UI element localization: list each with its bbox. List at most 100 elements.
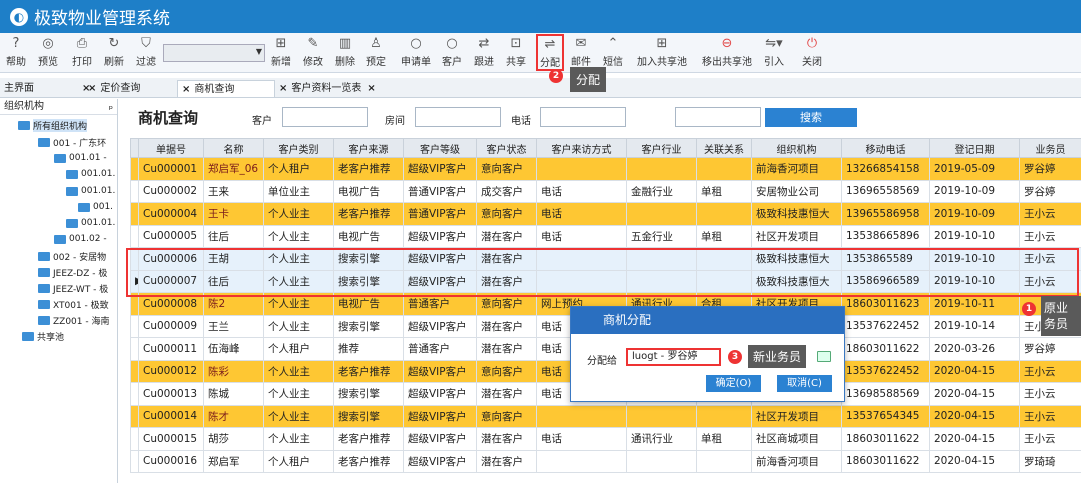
table-cell: 罗谷婷	[1019, 337, 1081, 361]
table-cell: 搜索引擎	[333, 314, 404, 338]
row-indicator	[130, 314, 139, 338]
table-row[interactable]: Cu000014 陈才 个人业主 搜索引擎 超级VIP客户 意向客户 社区开发项目 13537…	[130, 404, 1081, 428]
table-cell: 电话	[536, 202, 627, 226]
table-cell: Cu000009	[138, 314, 204, 338]
ok-button[interactable]: 确定(O)	[706, 375, 761, 392]
preview-button[interactable]: ◎ 预览	[38, 35, 58, 68]
tree-item[interactable]: 001.01.	[66, 218, 115, 228]
toolbar-search-combo[interactable]: ▼	[163, 44, 265, 62]
close-icon[interactable]: ×	[88, 83, 96, 94]
close-icon[interactable]: ×	[182, 84, 190, 95]
column-header[interactable]: 移动电话	[841, 138, 930, 158]
table-cell: 安居物业公司	[751, 179, 842, 203]
help-button[interactable]: ? 帮助	[6, 35, 26, 68]
edit-button[interactable]: ✎ 修改	[303, 35, 323, 68]
tree-item[interactable]: 001.01 -	[54, 153, 107, 163]
table-cell: 老客户推荐	[333, 202, 404, 226]
table-cell: 13538665896	[841, 224, 930, 248]
tree-item[interactable]: 001.01.	[66, 186, 115, 196]
assign-to-input[interactable]: luogt - 罗谷婷	[626, 348, 721, 366]
phone-input[interactable]	[540, 107, 626, 127]
table-cell: 胡莎	[203, 427, 264, 451]
tree-item[interactable]: 001.01.	[66, 169, 115, 179]
column-header[interactable]: 客户状态	[476, 138, 537, 158]
close-icon[interactable]: ×	[279, 83, 287, 94]
exchange-icon: ⇄	[478, 36, 490, 51]
tab-main[interactable]: 主界面 ×	[0, 80, 90, 97]
table-cell: 罗琦琦	[1019, 449, 1081, 473]
tree-item[interactable]: XT001 - 极致	[38, 298, 109, 311]
tree-item[interactable]: ZZ001 - 海南	[38, 314, 109, 327]
column-header[interactable]: 客户类别	[263, 138, 334, 158]
close-button[interactable]: ⏻ 关闭	[802, 35, 822, 68]
column-header[interactable]: 单据号	[138, 138, 204, 158]
import-button[interactable]: ⇋▾ 引入	[764, 35, 784, 68]
tab-pricing[interactable]: × 定价查询	[84, 80, 174, 97]
tree-item[interactable]: JEEZ-DZ - 极	[38, 266, 107, 279]
join-pool-button[interactable]: ⊞ 加入共享池	[637, 35, 687, 68]
delete-button[interactable]: ▥ 删除	[335, 35, 355, 68]
add-button[interactable]: ⊞ 新增	[271, 35, 291, 68]
room-input[interactable]	[415, 107, 501, 127]
table-row[interactable]: Cu000004 王卡 个人业主 老客户推荐 普通VIP客户 意向客户 电话 极致科技惠恒大 1…	[130, 202, 1081, 226]
tree-item[interactable]: 001.02 -	[54, 234, 107, 244]
tree-item[interactable]: 001.	[78, 202, 113, 212]
sms-button[interactable]: ⌃ 短信	[603, 35, 623, 68]
table-row[interactable]: Cu000001 郑启军_06 个人租户 老客户推荐 超级VIP客户 意向客户 前海香河项目…	[130, 157, 1081, 181]
customer-button[interactable]: ○ 客户	[442, 35, 462, 68]
assign-button[interactable]: ⇌ 分配	[536, 34, 564, 71]
folder-icon	[66, 218, 78, 228]
table-row[interactable]: Cu000005 往后 个人业主 电视广告 超级VIP客户 潜在客户 电话 五金行业 单租 社区开…	[130, 224, 1081, 248]
table-cell: Cu000001	[138, 157, 204, 181]
table-cell: 超级VIP客户	[403, 314, 477, 338]
table-cell: 通讯行业	[626, 427, 697, 451]
column-header[interactable]: 名称	[203, 138, 264, 158]
column-header[interactable]: 客户来源	[333, 138, 404, 158]
cancel-button[interactable]: 取消(C)	[777, 375, 832, 392]
refresh-button[interactable]: ↻ 刷新	[104, 35, 124, 68]
table-cell: Cu000004	[138, 202, 204, 226]
tree-item[interactable]: 002 - 安居物	[38, 250, 106, 263]
tree-item-shared-pool[interactable]: 共享池	[22, 330, 64, 343]
print-button[interactable]: ⎙ 打印	[72, 35, 92, 68]
folder-icon[interactable]	[817, 351, 831, 362]
customer-input[interactable]	[282, 107, 368, 127]
mail-button[interactable]: ✉ 邮件	[571, 35, 591, 68]
tree-item-all[interactable]: 所有组织机构	[18, 119, 88, 132]
column-header[interactable]: 客户行业	[626, 138, 697, 158]
table-row[interactable]: Cu000015 胡莎 个人业主 老客户推荐 超级VIP客户 潜在客户 电话 通讯行业 单租 社区…	[130, 427, 1081, 451]
table-cell: Cu000014	[138, 404, 204, 428]
tree-item[interactable]: JEEZ-WT - 极	[38, 282, 108, 295]
apply-button[interactable]: ○ 申请单	[401, 35, 431, 68]
table-cell: 潜在客户	[476, 427, 537, 451]
column-header[interactable]: 业务员	[1019, 138, 1081, 158]
assign-dialog: 商机分配 分配给 luogt - 罗谷婷 3 新业务员 确定(O) 取消(C)	[570, 306, 845, 402]
table-cell: 王小云	[1019, 404, 1081, 428]
table-cell: 社区开发项目	[751, 224, 842, 248]
extra-input[interactable]	[675, 107, 761, 127]
pin-icon[interactable]: ₚ	[109, 99, 113, 115]
column-header[interactable]: 客户等级	[403, 138, 477, 158]
step-badge-3: 3	[728, 350, 742, 364]
filter-button[interactable]: ⛉ 过滤	[136, 35, 156, 68]
reserve-button[interactable]: ♙ 预定	[366, 35, 386, 68]
table-cell: 2020-04-15	[929, 449, 1020, 473]
tab-customer-list[interactable]: × 客户资料一览表 ×	[275, 80, 395, 97]
table-cell: 社区开发项目	[751, 404, 842, 428]
column-header[interactable]: 组织机构	[751, 138, 842, 158]
search-button[interactable]: 搜索	[765, 108, 857, 127]
leave-pool-button[interactable]: ⊖ 移出共享池	[702, 35, 752, 68]
table-cell: 潜在客户	[476, 224, 537, 248]
tree-item[interactable]: 001 - 广东环	[38, 136, 106, 149]
chevron-down-icon[interactable]: ▼	[256, 47, 262, 56]
tab-opportunity[interactable]: × 商机查询	[177, 80, 275, 97]
table-row[interactable]: Cu000016 郑启军 个人租户 老客户推荐 超级VIP客户 潜在客户 前海香河项目 186…	[130, 449, 1081, 473]
column-header[interactable]: 登记日期	[929, 138, 1020, 158]
table-row[interactable]: Cu000002 王来 单位业主 电视广告 普通VIP客户 成交客户 电话 金融行业 单租 安居物…	[130, 179, 1081, 203]
follow-button[interactable]: ⇄ 跟进	[474, 35, 494, 68]
table-cell	[696, 404, 752, 428]
share-button[interactable]: ⊡ 共享	[506, 35, 526, 68]
column-header[interactable]: 客户来访方式	[536, 138, 627, 158]
column-header[interactable]: 关联关系	[696, 138, 752, 158]
close-icon[interactable]: ×	[367, 83, 375, 94]
